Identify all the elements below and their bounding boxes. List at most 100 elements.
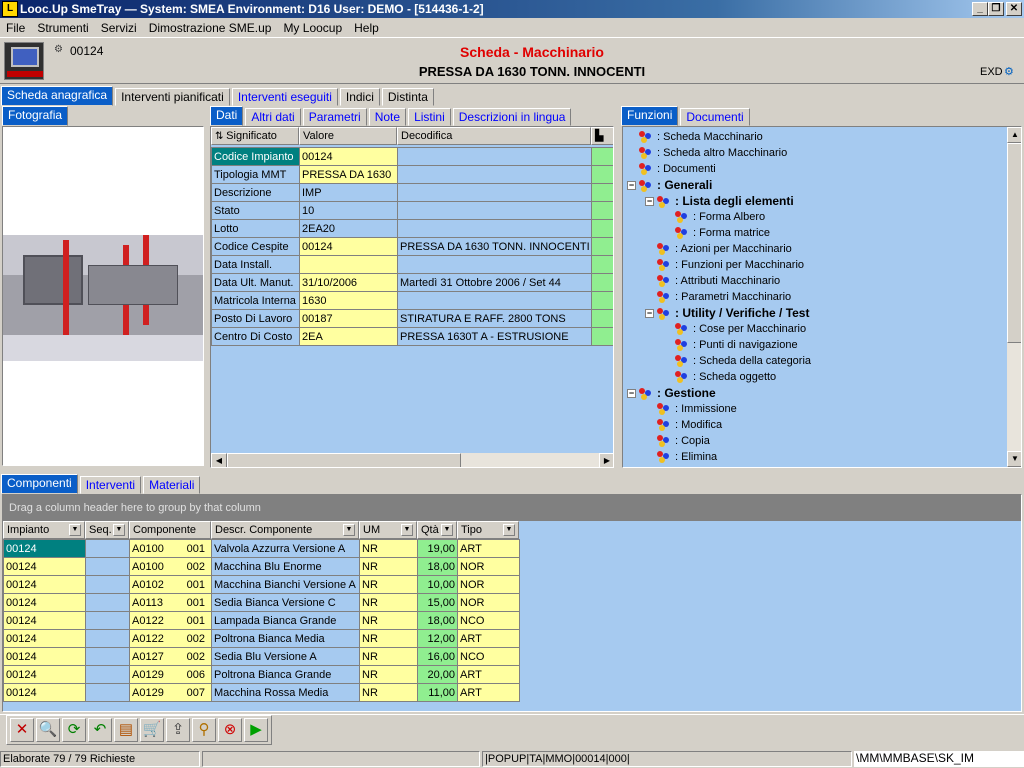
cell-um[interactable]: NR [359, 665, 418, 684]
row-decode[interactable]: PRESSA DA 1630 TONN. INNOCENTI [397, 237, 592, 256]
minimize-button[interactable]: _ [972, 2, 988, 16]
cell-seq[interactable] [85, 575, 130, 594]
tree-item[interactable]: : Attributi Macchinario [627, 273, 1005, 289]
restore-button[interactable]: ❐ [988, 2, 1004, 16]
row-decode[interactable] [397, 165, 592, 184]
table-row[interactable]: 00124 A0100 001 Valvola Azzurra Versione AN… [3, 539, 520, 558]
cell-qta[interactable]: 12,00 [417, 629, 458, 648]
col-significato[interactable]: ⇅ Significato [211, 127, 299, 145]
menu-my-loocup[interactable]: My Loocup [277, 18, 348, 35]
cell-tipo[interactable]: NOR [457, 593, 520, 612]
row-label[interactable]: Stato [211, 201, 300, 220]
cell-qta[interactable]: 20,00 [417, 665, 458, 684]
row-decode[interactable] [397, 183, 592, 202]
row-decode[interactable]: STIRATURA E RAFF. 2800 TONS [397, 309, 592, 328]
tab-dati[interactable]: Dati [210, 106, 244, 126]
menu-file[interactable]: File [0, 18, 31, 35]
column-dropdown-icon[interactable]: ▼ [113, 524, 125, 536]
row-label[interactable]: Descrizione [211, 183, 300, 202]
tree-item[interactable]: : Modifica [627, 417, 1005, 433]
cell-qta[interactable]: 19,00 [417, 539, 458, 558]
col-valore[interactable]: Valore [299, 127, 397, 145]
row-decode[interactable] [397, 291, 592, 310]
cell-componente[interactable]: A0102 001 [129, 575, 212, 594]
tree-item[interactable]: −: Utility / Verifiche / Test [627, 305, 1005, 321]
tree-item[interactable]: : Azioni per Macchinario [627, 241, 1005, 257]
cell-componente[interactable]: A0113 001 [129, 593, 212, 612]
tree-item[interactable]: : Punti di navigazione [627, 337, 1005, 353]
row-label[interactable]: Tipologia MMT [211, 165, 300, 184]
tree-scroll-thumb[interactable] [1007, 143, 1021, 343]
cell-impianto[interactable]: 00124 [3, 593, 86, 612]
menu-dimostrazione[interactable]: Dimostrazione SME.up [143, 18, 278, 35]
cell-descr[interactable]: Macchina Blu Enorme [211, 557, 360, 576]
column-dropdown-icon[interactable]: ▼ [343, 524, 355, 536]
tree-item[interactable]: : Elimina [627, 449, 1005, 465]
data-hscrollbar[interactable]: ◀ ▶ [211, 453, 613, 467]
table-row[interactable]: 00124 A0129 007 Macchina Rossa Media NR 11,00… [3, 683, 520, 702]
group-by-area[interactable]: Drag a column header here to group by th… [3, 495, 1021, 521]
cell-seq[interactable] [85, 557, 130, 576]
cell-tipo[interactable]: NOR [457, 575, 520, 594]
row-label[interactable]: Data Install. [211, 255, 300, 274]
column-dropdown-icon[interactable]: ▼ [441, 524, 453, 536]
tree-item[interactable]: −: Lista degli elementi [627, 193, 1005, 209]
data-row[interactable]: Data Install. [211, 255, 613, 274]
refresh-icon[interactable]: ⟳ [62, 718, 86, 742]
upload-icon[interactable]: ⇪ [166, 718, 190, 742]
tree-item[interactable]: : Forma matrice [627, 225, 1005, 241]
cell-impianto[interactable]: 00124 [3, 611, 86, 630]
collapse-icon[interactable]: − [645, 309, 654, 319]
cell-um[interactable]: NR [359, 575, 418, 594]
cell-qta[interactable]: 16,00 [417, 647, 458, 666]
row-value[interactable]: PRESSA DA 1630 [299, 165, 398, 184]
table-row[interactable]: 00124 A0129 006 Poltrona Bianca Grande NR 20,… [3, 665, 520, 684]
settings-icon[interactable]: ⚙ [1004, 65, 1014, 78]
cell-seq[interactable] [85, 539, 130, 558]
collapse-icon[interactable]: − [627, 181, 636, 191]
scroll-up-arrow[interactable]: ▲ [1007, 127, 1021, 143]
cell-um[interactable]: NR [359, 683, 418, 702]
tree-item[interactable]: : Scheda della categoria [627, 353, 1005, 369]
row-decode[interactable] [397, 147, 592, 166]
tree-item[interactable]: −: Gestione [627, 385, 1005, 401]
scroll-thumb[interactable] [227, 453, 461, 467]
tree-item[interactable]: : Scheda oggetto [627, 369, 1005, 385]
tree-item[interactable]: : Scheda altro Macchinario [627, 145, 1005, 161]
row-value[interactable] [299, 255, 398, 274]
row-label[interactable]: Centro Di Costo [211, 327, 300, 346]
delete-icon[interactable]: ✕ [10, 718, 34, 742]
col-descr[interactable]: Descr. Componente ▼ [211, 521, 359, 539]
tab-listini[interactable]: Listini [408, 108, 451, 126]
tab-altri-dati[interactable]: Altri dati [245, 108, 301, 126]
cell-seq[interactable] [85, 665, 130, 684]
cell-componente[interactable]: A0129 006 [129, 665, 212, 684]
row-value[interactable]: 2EA [299, 327, 398, 346]
tab-scheda-anagrafica[interactable]: Scheda anagrafica [1, 86, 114, 106]
row-label[interactable]: Lotto [211, 219, 300, 238]
tree-item[interactable]: : Parametri Macchinario [627, 289, 1005, 305]
tab-funzioni[interactable]: Funzioni [621, 106, 679, 126]
menu-strumenti[interactable]: Strumenti [31, 18, 94, 35]
tab-note[interactable]: Note [368, 108, 407, 126]
menu-help[interactable]: Help [348, 18, 385, 35]
cell-tipo[interactable]: NOR [457, 557, 520, 576]
scroll-left-arrow[interactable]: ◀ [211, 453, 227, 467]
cell-impianto[interactable]: 00124 [3, 629, 86, 648]
col-decodifica[interactable]: Decodifica [397, 127, 591, 145]
cell-um[interactable]: NR [359, 593, 418, 612]
chart-icon[interactable]: ▙ [591, 127, 613, 145]
cell-impianto[interactable]: 00124 [3, 665, 86, 684]
tree-item[interactable]: : Funzioni per Macchinario [627, 257, 1005, 273]
scroll-right-arrow[interactable]: ▶ [599, 453, 613, 467]
tab-indici[interactable]: Indici [339, 88, 380, 106]
cell-tipo[interactable]: ART [457, 629, 520, 648]
cell-componente[interactable]: A0127 002 [129, 647, 212, 666]
row-label[interactable]: Codice Cespite [211, 237, 300, 256]
zoom-icon[interactable]: ⚲ [192, 718, 216, 742]
row-value[interactable]: 31/10/2006 [299, 273, 398, 292]
cell-impianto[interactable]: 00124 [3, 575, 86, 594]
cell-tipo[interactable]: NCO [457, 647, 520, 666]
tree-item[interactable]: −: Generali [627, 177, 1005, 193]
cell-qta[interactable]: 15,00 [417, 593, 458, 612]
